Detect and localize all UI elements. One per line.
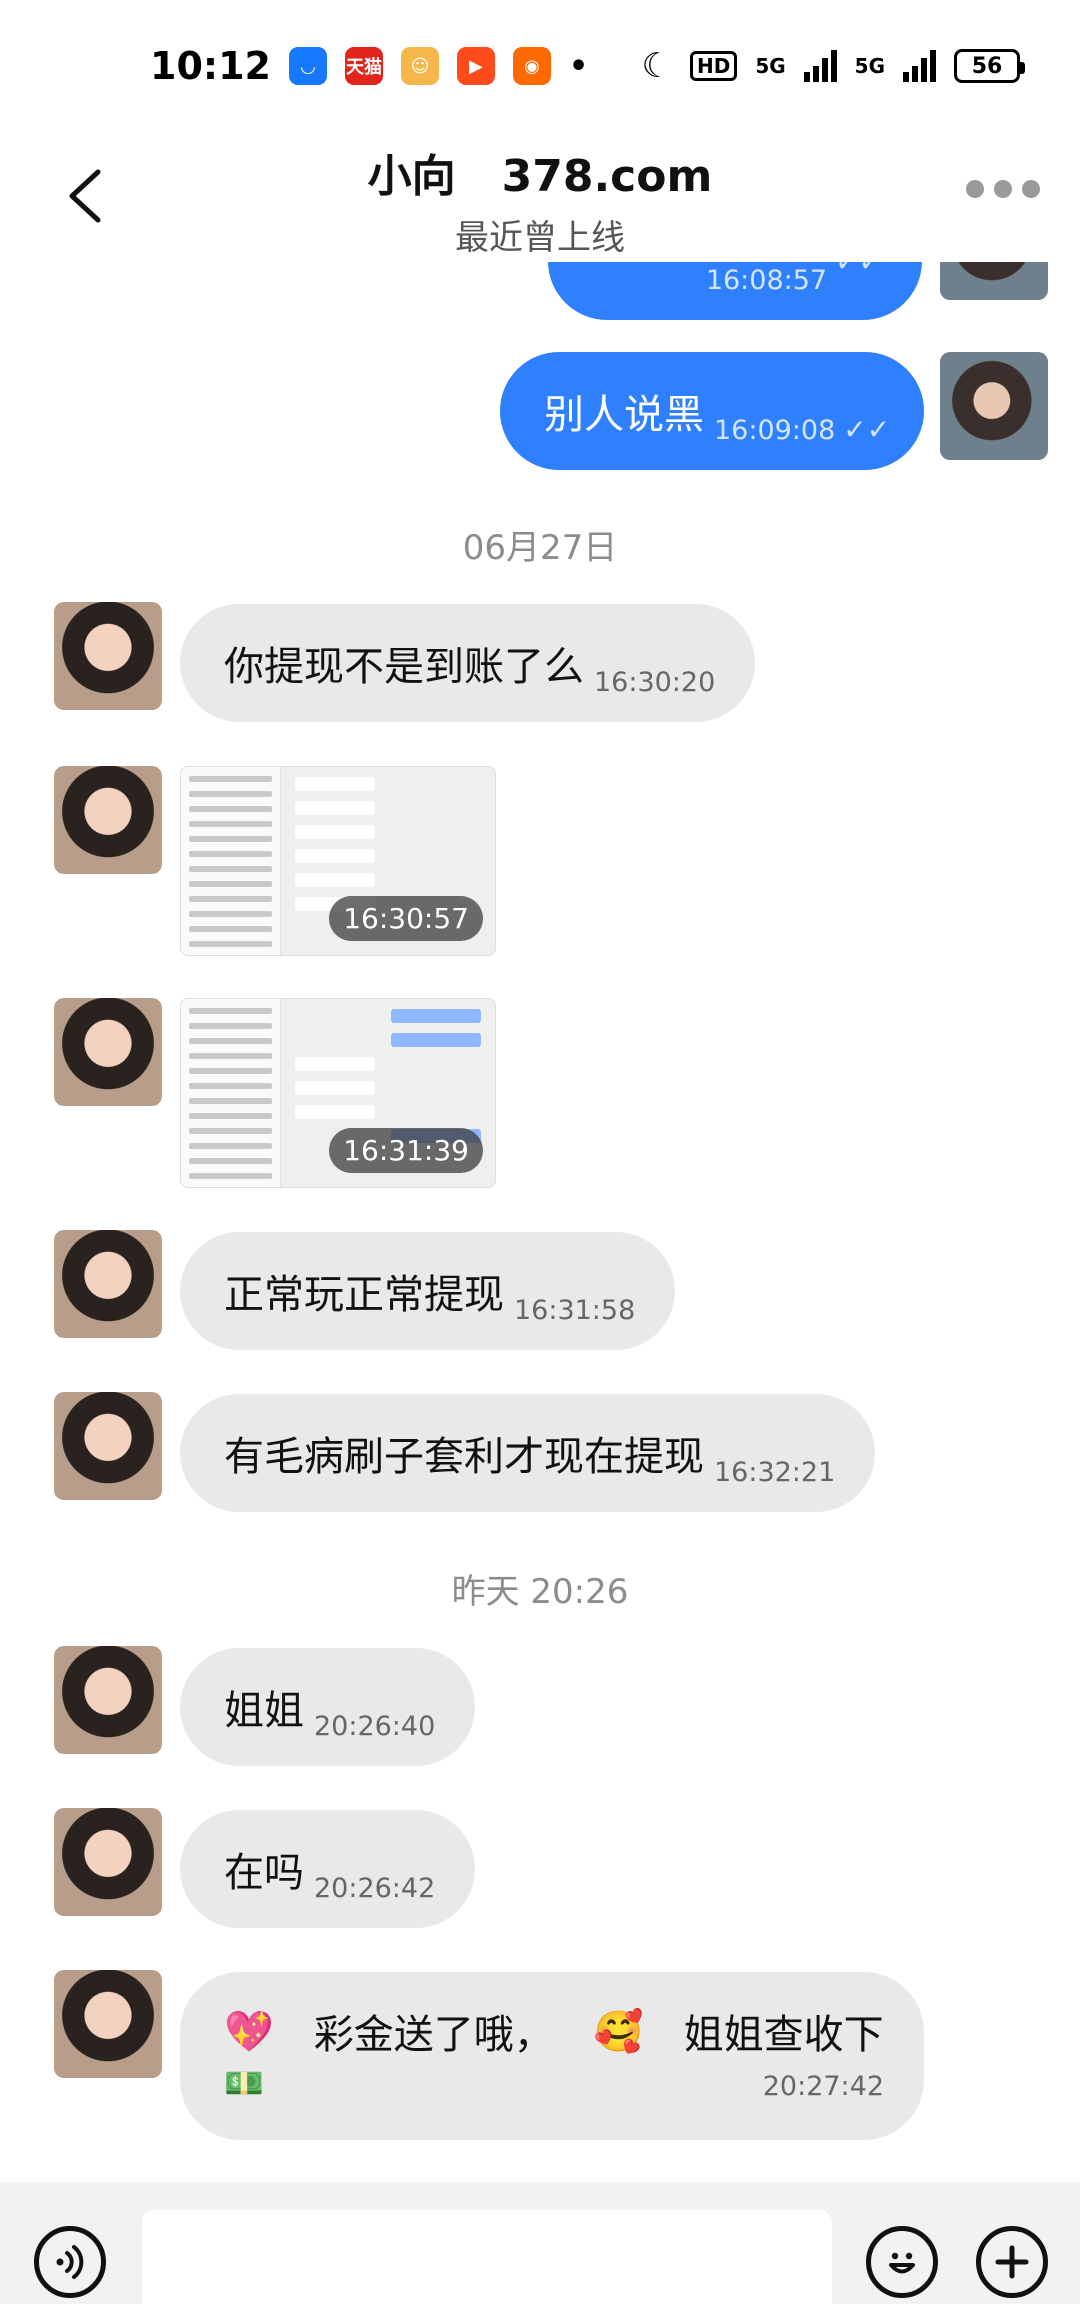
screenshot-list-pane <box>181 767 281 955</box>
message-list[interactable]: 16:08:57 ✓✓ 别人说黑 16:09:08 ✓✓ 06月27日 你提现不… <box>0 262 1080 2182</box>
network-label-1: 5G <box>755 54 786 78</box>
network-label-2: 5G <box>854 54 885 78</box>
status-right: ☾ HD 5G 5G 56 <box>641 46 1025 86</box>
smiley-icon <box>889 2252 915 2274</box>
contact-avatar[interactable] <box>54 1970 162 2078</box>
message-input[interactable] <box>142 2210 832 2304</box>
message-time: 16:30:20 <box>594 667 716 698</box>
message-time: 16:32:21 <box>714 1457 836 1488</box>
read-check-icon: ✓✓ <box>843 413 891 446</box>
image-time: 16:30:57 <box>329 896 483 941</box>
contact-avatar[interactable] <box>54 1230 162 1338</box>
dot-icon <box>1022 180 1040 198</box>
message-time: 16:09:08 <box>714 415 836 446</box>
contact-avatar[interactable] <box>54 1646 162 1754</box>
chat-header: 小向 378.com 最近曾上线 <box>0 132 1080 262</box>
message-text: 在吗 <box>224 1850 304 1896</box>
screenshot-list-pane <box>181 999 281 1187</box>
message-line: 💖 彩金送了哦， 🥰 姐姐查收下 <box>224 2002 884 2060</box>
date-separator: 昨天 20:26 <box>451 1572 629 1612</box>
date-separator: 06月27日 <box>462 528 618 568</box>
message-bubble-incoming[interactable]: 在吗 20:26:42 <box>180 1810 476 1928</box>
voice-icon <box>56 2245 84 2279</box>
title-block: 小向 378.com 最近曾上线 <box>0 140 1080 259</box>
notification-dot-icon: • <box>568 48 589 84</box>
message-bubble-incoming[interactable]: 正常玩正常提现 16:31:58 <box>180 1232 676 1350</box>
emoji-button[interactable] <box>866 2226 938 2298</box>
message-text: 彩金送了哦， <box>313 2012 554 2058</box>
voice-input-button[interactable] <box>34 2226 106 2298</box>
contact-avatar[interactable] <box>54 766 162 874</box>
message-bubble-incoming[interactable]: 💖 彩金送了哦， 🥰 姐姐查收下 💵 20:27:42 <box>180 1972 924 2140</box>
message-time: 20:26:42 <box>314 1873 436 1904</box>
contact-name: 小向 378.com <box>367 151 713 202</box>
moon-icon: ☾ <box>641 46 672 86</box>
plus-icon <box>995 2245 1029 2279</box>
message-text: 姐姐 <box>224 1688 304 1734</box>
message-time: 16:31:58 <box>514 1295 636 1326</box>
mascot-app-icon: ☺ <box>400 47 439 85</box>
message-footer: 💵 20:27:42 <box>224 2064 884 2102</box>
hd-icon: HD <box>689 51 738 81</box>
input-bar <box>0 2182 1080 2304</box>
contact-avatar[interactable] <box>54 1392 162 1500</box>
status-time: 10:12 <box>150 44 271 88</box>
contact-status: 最近曾上线 <box>455 218 625 258</box>
battery-icon: 56 <box>954 49 1025 83</box>
message-bubble-outgoing[interactable]: 16:08:57 ✓✓ <box>548 262 922 320</box>
message-time: 20:26:40 <box>314 1711 436 1742</box>
message-text: 你提现不是到账了么 <box>224 644 584 690</box>
image-message[interactable]: 16:30:57 <box>180 766 496 956</box>
status-bar: 10:12 ◡ 天猫 ☺ ▶ ◉ • ☾ HD 5G 5G 56 <box>0 0 1080 132</box>
my-avatar[interactable] <box>940 262 1048 300</box>
signal-icon-2 <box>903 50 936 82</box>
sparkling-heart-emoji-icon: 💖 <box>224 2008 274 2055</box>
contact-avatar[interactable] <box>54 1808 162 1916</box>
message-text: 姐姐查收下 <box>683 2012 884 2058</box>
dot-icon <box>994 180 1012 198</box>
smiling-face-with-hearts-emoji-icon: 🥰 <box>593 2008 644 2055</box>
dot-icon <box>966 180 984 198</box>
message-text: 有毛病刷子套利才现在提现 <box>224 1434 704 1480</box>
signal-icon-1 <box>803 50 837 82</box>
message-time: 20:27:42 <box>762 2071 884 2102</box>
message-text: 正常玩正常提现 <box>224 1272 504 1318</box>
contact-avatar[interactable] <box>54 602 162 710</box>
dollar-banknote-emoji-icon: 💵 <box>224 2064 264 2102</box>
video-play-icon: ▶ <box>456 47 495 85</box>
message-time: 16:08:57 <box>705 265 828 296</box>
kuaishou-icon: ◉ <box>512 47 551 85</box>
message-bubble-incoming[interactable]: 有毛病刷子套利才现在提现 16:32:21 <box>180 1394 876 1512</box>
message-bubble-outgoing[interactable]: 别人说黑 16:09:08 ✓✓ <box>500 352 924 470</box>
read-check-icon: ✓✓ <box>835 262 882 278</box>
alipay-icon: ◡ <box>288 47 327 85</box>
my-avatar[interactable] <box>940 352 1048 460</box>
image-time: 16:31:39 <box>329 1128 483 1173</box>
message-text: 别人说黑 <box>544 392 704 438</box>
message-bubble-incoming[interactable]: 你提现不是到账了么 16:30:20 <box>180 604 756 722</box>
status-left: 10:12 ◡ 天猫 ☺ ▶ ◉ • <box>150 44 588 88</box>
tmall-icon: 天猫 <box>344 47 383 85</box>
more-options-button[interactable] <box>966 180 1040 198</box>
image-message[interactable]: 16:31:39 <box>180 998 496 1188</box>
chat-screen: 10:12 ◡ 天猫 ☺ ▶ ◉ • ☾ HD 5G 5G 56 小向 378.… <box>0 0 1080 2304</box>
more-actions-button[interactable] <box>976 2226 1048 2298</box>
contact-avatar[interactable] <box>54 998 162 1106</box>
message-bubble-incoming[interactable]: 姐姐 20:26:40 <box>180 1648 476 1766</box>
